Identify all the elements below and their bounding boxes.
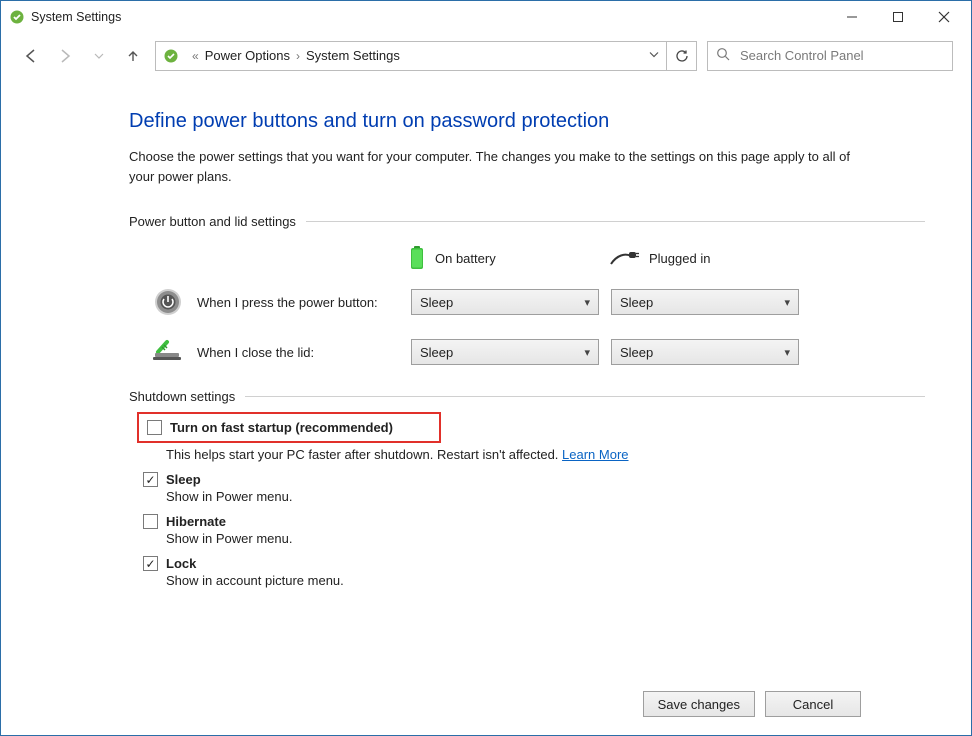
shutdown-item-sub: Show in Power menu. [166, 489, 925, 504]
laptop-lid-icon [151, 337, 185, 367]
column-headers: On battery Plugged in [129, 245, 925, 271]
footer-buttons: Save changes Cancel [1, 691, 971, 717]
fast-startup-checkbox[interactable] [147, 420, 162, 435]
search-input[interactable] [738, 47, 944, 64]
breadcrumb-prefix: « [186, 49, 205, 63]
shutdown-section-header: Shutdown settings [129, 389, 925, 404]
fast-startup-highlight: Turn on fast startup (recommended) [137, 412, 441, 443]
shutdown-item-sub: Show in Power menu. [166, 531, 925, 546]
col-battery: On battery [409, 245, 609, 271]
page-description: Choose the power settings that you want … [129, 147, 869, 186]
recent-dropdown-button[interactable] [87, 44, 111, 68]
power-button-battery-combo[interactable]: Sleep ▾ [411, 289, 599, 315]
window-title: System Settings [31, 10, 121, 24]
titlebar: System Settings [1, 1, 971, 33]
shutdown-item-row: Lock [143, 556, 925, 571]
cancel-button[interactable]: Cancel [765, 691, 861, 717]
row-label: When I close the lid: [197, 345, 411, 360]
section-label: Power button and lid settings [129, 214, 306, 229]
shutdown-item-row: Sleep [143, 472, 925, 487]
power-button-row: When I press the power button: Sleep ▾ S… [129, 287, 925, 317]
minimize-button[interactable] [829, 2, 875, 32]
shutdown-item-label: Hibernate [166, 514, 226, 529]
fast-startup-checkbox-row: Turn on fast startup (recommended) [147, 420, 393, 435]
power-section-header: Power button and lid settings [129, 214, 925, 229]
save-button[interactable]: Save changes [643, 691, 755, 717]
power-button-icon [151, 287, 185, 317]
toolbar: « Power Options › System Settings [1, 33, 971, 78]
refresh-button[interactable] [667, 41, 697, 71]
combo-value: Sleep [620, 345, 653, 360]
shutdown-item: Lock Show in account picture menu. [129, 556, 925, 588]
breadcrumb-item[interactable]: System Settings [306, 48, 400, 63]
col-battery-label: On battery [435, 251, 496, 266]
fast-startup-sub: This helps start your PC faster after sh… [166, 447, 925, 462]
chevron-down-icon: ▾ [584, 346, 590, 359]
close-button[interactable] [921, 2, 967, 32]
page-title: Define power buttons and turn on passwor… [129, 110, 925, 133]
control-panel-icon [162, 47, 180, 65]
content: Define power buttons and turn on passwor… [1, 78, 971, 588]
close-lid-battery-combo[interactable]: Sleep ▾ [411, 339, 599, 365]
fast-startup-label: Turn on fast startup (recommended) [170, 420, 393, 435]
shutdown-item-checkbox[interactable] [143, 472, 158, 487]
save-button-label: Save changes [658, 697, 740, 712]
shutdown-item-label: Lock [166, 556, 196, 571]
row-label: When I press the power button: [197, 295, 411, 310]
combo-value: Sleep [620, 295, 653, 310]
breadcrumb[interactable]: « Power Options › System Settings [155, 41, 667, 71]
learn-more-link[interactable]: Learn More [562, 447, 628, 462]
shutdown-item: Sleep Show in Power menu. [129, 472, 925, 504]
breadcrumb-dropdown-icon[interactable] [648, 48, 660, 63]
window: System Settings [0, 0, 972, 736]
fast-startup-sub-text: This helps start your PC faster after sh… [166, 447, 562, 462]
chevron-down-icon: ▾ [584, 296, 590, 309]
combo-value: Sleep [420, 345, 453, 360]
section-divider [306, 221, 925, 222]
back-button[interactable] [19, 44, 43, 68]
maximize-button[interactable] [875, 2, 921, 32]
combo-value: Sleep [420, 295, 453, 310]
col-plugged-label: Plugged in [649, 251, 710, 266]
shutdown-item: Hibernate Show in Power menu. [129, 514, 925, 546]
app-icon [9, 9, 25, 25]
close-lid-plugged-combo[interactable]: Sleep ▾ [611, 339, 799, 365]
power-button-plugged-combo[interactable]: Sleep ▾ [611, 289, 799, 315]
shutdown-item-row: Hibernate [143, 514, 925, 529]
search-box[interactable] [707, 41, 953, 71]
shutdown-item-checkbox[interactable] [143, 556, 158, 571]
cancel-button-label: Cancel [793, 697, 833, 712]
shutdown-item-sub: Show in account picture menu. [166, 573, 925, 588]
plug-icon [609, 249, 639, 267]
forward-button[interactable] [53, 44, 77, 68]
breadcrumb-item[interactable]: Power Options [205, 48, 290, 63]
section-divider [245, 396, 925, 397]
shutdown-items-list: Sleep Show in Power menu. Hibernate Show in… [129, 472, 925, 588]
search-icon [716, 47, 730, 64]
chevron-down-icon: ▾ [784, 346, 790, 359]
close-lid-row: When I close the lid: Sleep ▾ Sleep ▾ [129, 337, 925, 367]
chevron-right-icon: › [290, 49, 306, 63]
section-label: Shutdown settings [129, 389, 245, 404]
shutdown-item-label: Sleep [166, 472, 201, 487]
battery-icon [409, 245, 425, 271]
shutdown-item-checkbox[interactable] [143, 514, 158, 529]
col-plugged: Plugged in [609, 245, 809, 271]
up-button[interactable] [121, 44, 145, 68]
chevron-down-icon: ▾ [784, 296, 790, 309]
